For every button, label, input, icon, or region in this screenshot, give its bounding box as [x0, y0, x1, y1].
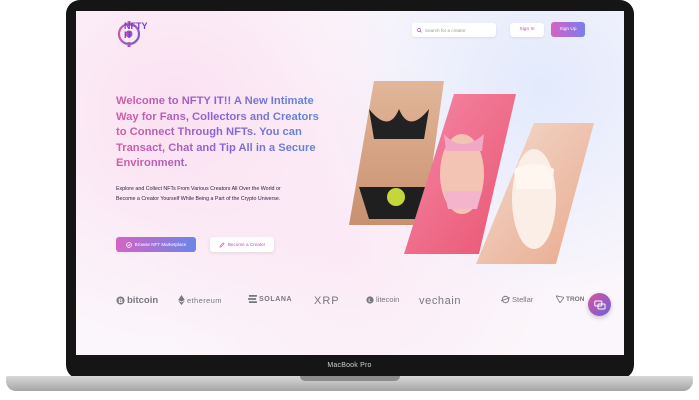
litecoin-icon: Ł [366, 295, 374, 304]
svg-text:Ł: Ł [368, 298, 371, 304]
sign-in-button[interactable]: Sign In [510, 23, 544, 37]
crypto-name: ethereum [187, 295, 222, 305]
become-creator-button[interactable]: Become a Creator [210, 237, 274, 252]
crypto-name: Stellar [512, 295, 534, 304]
tron-icon [556, 295, 564, 303]
wallet-icon [125, 241, 132, 248]
bitcoin-icon: B [116, 296, 125, 305]
search-icon [417, 27, 422, 33]
svg-text:B: B [118, 298, 123, 305]
crypto-name: bitcoin [127, 295, 159, 306]
sign-up-button[interactable]: Sign Up [551, 22, 585, 37]
crypto-logo-litecoin: Ł litecoin [366, 295, 399, 304]
hero-image-collage [349, 81, 594, 264]
hero-headline: Welcome to NFTY IT!! A New Intimate Way … [116, 94, 321, 172]
search-placeholder: Search for a creator [425, 27, 466, 33]
browser-viewport: NFTY IT Search for a creator Sign In Sig… [76, 11, 624, 355]
ethereum-icon [178, 295, 185, 305]
browse-marketplace-button[interactable]: Browse NFT Marketplace [116, 237, 196, 252]
crypto-name: vechain [419, 295, 462, 307]
solana-icon [248, 295, 257, 303]
crypto-name: XRP [314, 295, 340, 307]
crypto-logo-vechain: vechain [419, 295, 461, 307]
crypto-logo-bitcoin: B bitcoin [116, 295, 158, 306]
laptop-notch [300, 376, 400, 381]
crypto-name: SOLANA [259, 295, 293, 303]
chat-icon [593, 300, 605, 309]
logo-text: NFTY IT [124, 21, 148, 40]
device-label: MacBook Pro [327, 362, 372, 369]
crypto-logo-ethereum: ethereum [178, 295, 222, 305]
crypto-name: TRON [566, 295, 585, 303]
chat-button[interactable] [588, 293, 611, 316]
crypto-logo-tron: TRON [556, 295, 584, 303]
pencil-icon [219, 241, 225, 248]
search-input[interactable]: Search for a creator [412, 23, 496, 37]
browse-marketplace-label: Browse NFT Marketplace [134, 242, 187, 247]
crypto-logo-xrp: XRP [314, 295, 340, 307]
become-creator-label: Become a Creator [227, 242, 266, 247]
crypto-name: litecoin [376, 295, 400, 304]
crypto-logo-solana: SOLANA [248, 295, 292, 303]
stellar-icon [501, 295, 510, 304]
crypto-logo-stellar: Stellar [501, 295, 533, 304]
hero-paragraph: Explore and Collect NFTs From Various Cr… [116, 186, 281, 202]
